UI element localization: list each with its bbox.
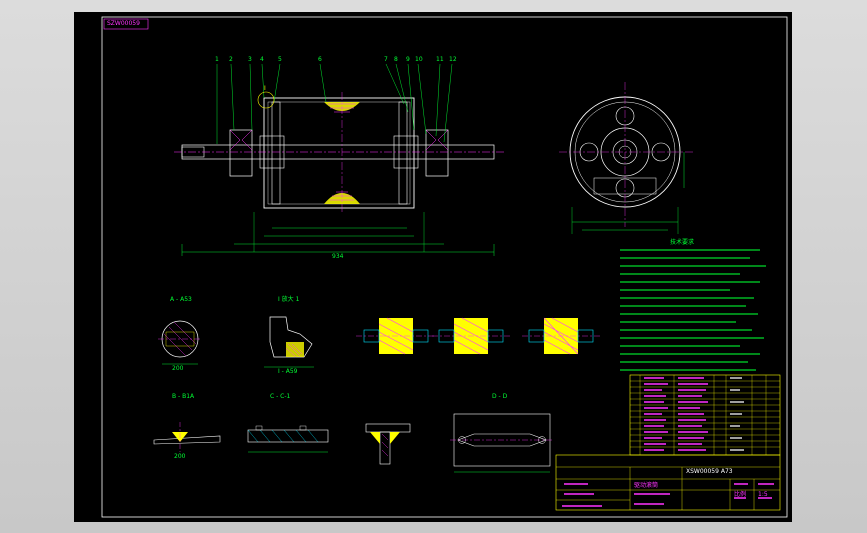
balloon-3: 3 xyxy=(248,56,252,63)
left-bearing-hatch xyxy=(229,129,253,151)
detail-I xyxy=(264,316,314,368)
cad-viewport[interactable]: SZW00059 1 2 3 4 5 6 7 8 9 10 11 12 I 93… xyxy=(0,0,867,533)
weld-section-1 xyxy=(356,317,436,355)
section-b-label: 200 xyxy=(174,453,186,460)
drum-shell-inner xyxy=(267,101,411,205)
balloon-6: 6 xyxy=(318,56,322,63)
weld-t-detail xyxy=(365,423,411,465)
right-end-plate xyxy=(398,101,408,205)
balloon-8: 8 xyxy=(394,56,398,63)
detail-i-title: I 放大 1 xyxy=(278,296,300,303)
balloon-11: 11 xyxy=(436,56,444,63)
balloon-5: 5 xyxy=(278,56,282,63)
detail-circle-I xyxy=(257,91,275,109)
weld-section-3 xyxy=(522,317,600,355)
drawing-code-tag: SZW00059 xyxy=(107,20,140,27)
main-assembly-view xyxy=(174,63,504,256)
balloon-2: 2 xyxy=(229,56,233,63)
scale-value: 1:5 xyxy=(758,491,768,498)
balloon-12: 12 xyxy=(449,56,457,63)
section-a-title: A - A53 xyxy=(170,296,192,303)
balloon-10: 10 xyxy=(415,56,423,63)
left-bearing-seat xyxy=(229,129,253,177)
section-b-title: B - B1A xyxy=(172,393,195,400)
scale-label: 比例 xyxy=(734,491,747,498)
title-block-code: XSW00059 A73 xyxy=(686,468,733,475)
section-a-a xyxy=(158,320,202,365)
balloon-7: 7 xyxy=(384,56,388,63)
detail-i-label: I - A59 xyxy=(278,368,298,375)
weld-section-2 xyxy=(432,317,510,355)
balloon-1: 1 xyxy=(215,56,219,63)
tech-requirements-block xyxy=(620,249,766,371)
section-c-title: C - C-1 xyxy=(270,393,291,400)
drawing-canvas xyxy=(101,16,788,518)
side-view xyxy=(559,82,694,234)
sheet-border xyxy=(101,16,788,518)
left-end-plate xyxy=(271,101,281,205)
title-block xyxy=(555,454,781,511)
parts-list-table xyxy=(629,374,781,456)
section-b-b xyxy=(153,422,221,452)
view-d-d xyxy=(450,413,554,473)
view-d-title: D - D xyxy=(492,393,508,400)
balloon-9: 9 xyxy=(406,56,410,63)
drawing-sheet[interactable]: SZW00059 1 2 3 4 5 6 7 8 9 10 11 12 I 93… xyxy=(74,12,792,522)
overall-width-label: 934 xyxy=(332,253,344,260)
detail-callout-label: I xyxy=(264,85,266,92)
balloon-4: 4 xyxy=(260,56,264,63)
section-c-c xyxy=(247,425,329,453)
tech-requirements-heading: 技术要求 xyxy=(670,239,695,246)
section-a-label: 200 xyxy=(172,365,184,372)
drawing-name: 驱动滚筒 xyxy=(634,482,659,489)
drum-shell xyxy=(263,97,415,209)
